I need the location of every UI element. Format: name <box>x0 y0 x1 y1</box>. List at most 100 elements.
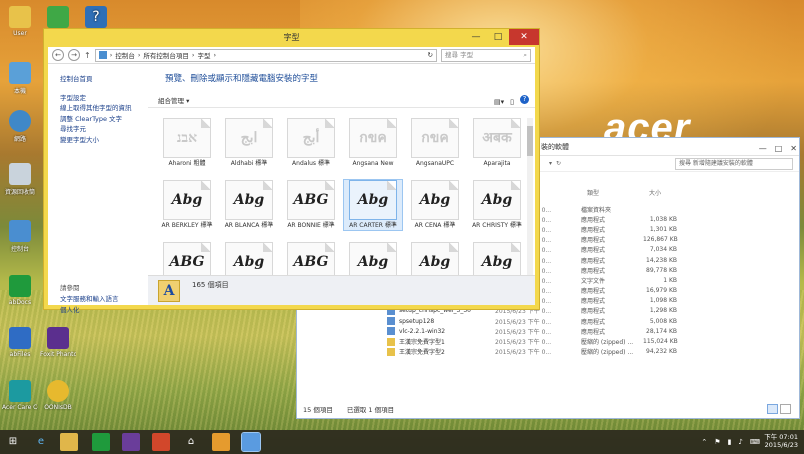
desktop-icon-app1[interactable] <box>40 6 76 30</box>
keyboard-icon[interactable]: ⌨ <box>750 438 760 446</box>
file-row[interactable]: 王漢宗免費字型1 2015/6/23 下午 0... 壓縮的 (zipped) ..… <box>387 336 787 346</box>
font-item[interactable]: अबक Aparajita <box>468 118 526 168</box>
font-preview-icon: Abg <box>349 180 397 220</box>
flag-icon[interactable]: ⚑ <box>714 438 720 446</box>
desktop-icon-user[interactable]: User <box>2 6 38 37</box>
desktop-icon-control-panel[interactable]: 控制台 <box>2 220 38 253</box>
font-item[interactable]: ابج Aldhabi 標準 <box>220 118 278 168</box>
font-item[interactable]: Abg AR CENA 標準 <box>406 180 464 230</box>
link-control-panel-home[interactable]: 控制台首頁 <box>60 74 148 85</box>
onenote-icon[interactable] <box>122 433 140 451</box>
file-row[interactable]: 王漢宗免費字型2 2015/6/23 下午 0... 壓縮的 (zipped) ..… <box>387 347 787 357</box>
font-item[interactable]: Abg AR BLANCA 標準 <box>220 180 278 230</box>
computer-icon <box>9 62 31 84</box>
desktop-icon-network[interactable]: 網路 <box>2 110 38 143</box>
file-size: 7,034 KB <box>649 246 677 254</box>
font-item[interactable]: กขค AngsanaUPC <box>406 118 464 168</box>
file-explorer-icon[interactable] <box>60 433 78 451</box>
link-find-character[interactable]: 尋找字元 <box>60 124 148 135</box>
breadcrumb-all-items[interactable]: 所有控制台項目 <box>143 50 189 60</box>
font-item[interactable]: กขค Angsana New <box>344 118 402 168</box>
view-options-icon[interactable]: ▤▾ <box>494 95 504 109</box>
close-button[interactable]: ✕ <box>509 29 539 45</box>
refresh-icon[interactable]: ↻ <box>556 160 561 167</box>
clock[interactable]: 下午 07:01 2015/6/23 <box>764 433 798 449</box>
file-icon <box>387 347 395 356</box>
breadcrumb-control-panel[interactable]: 控制台 <box>115 50 135 60</box>
file-row[interactable]: spsetup128 2015/6/23 下午 0... 應用程式 5,008 KB <box>387 316 787 326</box>
file-row[interactable]: vlc-2.2.1-win32 2015/6/23 下午 0... 應用程式 28,1… <box>387 326 787 336</box>
desktop-icon-this-pc[interactable]: 本機 <box>2 62 38 95</box>
font-item[interactable]: ABG AR BONNIE 標準 <box>282 180 340 230</box>
acer-care-icon <box>9 380 31 402</box>
left-pane: 控制台首頁 字型設定 線上取得其他字型的資訊 調整 ClearType 文字 尋… <box>48 64 148 314</box>
app-icon[interactable] <box>212 433 230 451</box>
minimize-button[interactable]: — <box>465 29 487 45</box>
address-bar-row: ← → ↑ › 控制台 › 所有控制台項目 › 字型 › ↻ 搜尋 字型 ⌕ <box>48 47 535 64</box>
pane-icon[interactable]: ▯ <box>510 95 514 109</box>
up-icon[interactable]: ↑ <box>84 51 91 60</box>
file-name: 王漢宗免費字型2 <box>399 349 445 357</box>
abfiles-icon <box>9 327 31 349</box>
vertical-scrollbar[interactable] <box>527 118 533 290</box>
clock-date: 2015/6/23 <box>764 441 798 449</box>
window2-title: 裝的軟體 <box>541 143 569 151</box>
chevron-down-icon[interactable]: ▾ <box>549 160 552 167</box>
help-icon[interactable]: ? <box>520 95 529 104</box>
font-item[interactable]: Abg AR BERKLEY 標準 <box>158 180 216 230</box>
desktop-icon-acer-care[interactable]: Acer Care Center <box>2 380 38 411</box>
powerpoint-icon[interactable] <box>152 433 170 451</box>
desktop-icon-abdocs[interactable]: abDocs <box>2 275 38 306</box>
minimize-icon[interactable]: — <box>759 140 767 158</box>
file-type: 應用程式 <box>581 247 606 255</box>
breadcrumb-fonts[interactable]: 字型 <box>198 50 211 60</box>
font-name: Aldhabi 標準 <box>230 160 268 167</box>
scrollbar-thumb[interactable] <box>527 126 533 156</box>
file-size: 1,038 KB <box>649 215 677 223</box>
breadcrumb[interactable]: › 控制台 › 所有控制台項目 › 字型 › ↻ <box>94 48 437 62</box>
font-item[interactable]: Abg AR CHRISTY 標準 <box>468 180 526 230</box>
search-input[interactable]: 搜尋 字型 ⌕ <box>441 48 531 62</box>
network-tray-icon[interactable]: ▮ <box>728 438 732 446</box>
file-size: 126,867 KB <box>643 236 678 244</box>
font-item[interactable]: Abg AR CARTER 標準 <box>343 179 403 231</box>
link-get-fonts-online[interactable]: 線上取得其他字型的資訊 <box>60 103 148 114</box>
store-icon[interactable] <box>92 433 110 451</box>
see-also-label: 請參閱 <box>60 284 80 292</box>
desktop-icon-oonisdb[interactable]: OONIsDB <box>40 380 76 411</box>
link-font-settings[interactable]: 字型設定 <box>60 93 148 104</box>
desktop-icon-abfiles[interactable]: abFiles <box>2 327 38 358</box>
file-icon <box>387 317 395 326</box>
link-cleartype[interactable]: 調整 ClearType 文字 <box>60 114 148 125</box>
control-panel-taskbar-icon[interactable] <box>241 432 261 452</box>
font-name: AR BLANCA 標準 <box>224 222 274 229</box>
chevron-up-icon[interactable]: ⌃ <box>701 438 707 446</box>
refresh-icon[interactable]: ↻ <box>428 51 433 59</box>
back-button[interactable]: ← <box>52 49 64 61</box>
font-item[interactable]: أبج Andalus 標準 <box>282 118 340 168</box>
details-view-button[interactable] <box>767 404 778 414</box>
forward-button[interactable]: → <box>68 49 80 61</box>
ie-icon[interactable]: e <box>32 433 50 451</box>
window2-search-input[interactable]: 搜尋 新增隨建議安裝的軟體 <box>675 157 793 170</box>
file-icon <box>387 327 395 336</box>
column-type[interactable]: 類型 <box>587 188 599 197</box>
close-icon[interactable]: ✕ <box>790 140 797 158</box>
desktop-icon-help[interactable]: ? <box>78 6 114 30</box>
volume-icon[interactable]: ♪ <box>738 438 742 446</box>
file-type: 應用程式 <box>581 237 606 245</box>
column-size[interactable]: 大小 <box>649 188 661 197</box>
link-change-font-size[interactable]: 變更字型大小 <box>60 135 148 146</box>
desktop-icon-foxit[interactable]: Foxit PhantomPDF <box>40 327 76 358</box>
link-personalization[interactable]: 個人化 <box>60 305 119 316</box>
desktop-icon-recycle-bin[interactable]: 資源回收筒 <box>2 163 38 196</box>
maximize-icon[interactable]: □ <box>775 140 783 158</box>
start-button[interactable]: ⊞ <box>4 433 22 451</box>
organize-button[interactable]: 組合管理 ▾ <box>158 97 189 105</box>
large-icons-view-button[interactable] <box>780 404 791 414</box>
link-text-services[interactable]: 文字服務和輸入語言 <box>60 294 119 305</box>
item-count: 165 個項目 <box>192 281 229 289</box>
maximize-button[interactable]: □ <box>487 29 509 45</box>
font-item[interactable]: אבנ Aharoni 粗體 <box>158 118 216 168</box>
home-icon[interactable]: ⌂ <box>182 433 200 451</box>
